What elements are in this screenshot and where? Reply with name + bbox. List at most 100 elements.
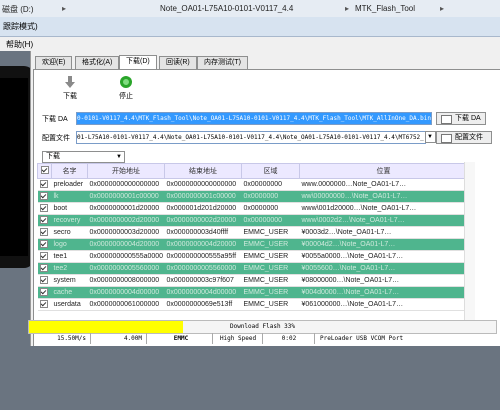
cell-end: 0x0000000004d00000	[164, 286, 242, 299]
breadcrumb-drive[interactable]: 磁盘 (D:)	[2, 4, 34, 15]
cell-start: 0x0000000001c00000	[87, 190, 165, 203]
tab-memory-test[interactable]: 内存测试(T)	[197, 56, 248, 69]
cell-start: 0x0000000008000000	[87, 274, 165, 287]
tab-welcome[interactable]: 欢迎(E)	[35, 56, 73, 69]
cell-location: www\001d20000…\Note_OA01-L7…	[299, 202, 468, 215]
window-title: 跟踪模式)	[3, 22, 38, 31]
table-row[interactable]: cache 0x0000000004d00000 0x0000000004d0000…	[37, 286, 468, 299]
row-checkbox[interactable]	[37, 238, 52, 251]
checkbox-icon	[39, 275, 48, 284]
scatter-dropdown[interactable]: ▼	[425, 131, 436, 143]
cell-region: EMMC_USER	[241, 226, 300, 239]
table-row[interactable]: logo 0x0000000004d20000 0x0000000004d20000…	[37, 238, 468, 251]
chevron-down-icon: ▼	[116, 154, 122, 160]
checkbox-icon	[39, 299, 48, 308]
table-row[interactable]: recovery 0x0000000002d20000 0x0000000002d2…	[37, 214, 468, 227]
checkbox-icon	[39, 263, 48, 272]
scatter-button-label: 配置文件	[455, 134, 483, 141]
chevron-down-icon: ▼	[427, 134, 433, 140]
download-button[interactable]: 下载	[50, 75, 90, 101]
cell-end: 0x0000000002d20000	[164, 214, 242, 227]
cell-name: system	[51, 274, 88, 287]
cell-name: recovery	[51, 214, 88, 227]
checkbox-icon	[39, 191, 48, 200]
cell-start: 0x0000000000000000	[87, 178, 165, 191]
row-checkbox[interactable]	[37, 274, 52, 287]
breadcrumb-folder1[interactable]: Note_OA01-L75A10-0101-V0117_4.4	[160, 4, 293, 13]
folder-icon	[441, 115, 452, 124]
table-row[interactable]: tee2 0x0000000005560000 0x0000000005560000…	[37, 262, 468, 275]
cell-location: www\0002d2…\Note_OA01-L7…	[299, 214, 468, 227]
cell-name: lk	[51, 190, 88, 203]
table-row[interactable]: secro 0x0000000003d20000 0x000000003d40fff…	[37, 226, 468, 239]
download-agent-field[interactable]: 0-0101-V0117_4.4\MTK_Flash_Tool\Note_OA0…	[76, 112, 432, 125]
download-progress-bar: Download Flash 33%	[28, 320, 497, 334]
checkbox-icon	[39, 251, 48, 260]
cell-end: 0x0000000000000000	[164, 178, 242, 191]
table-row[interactable]: tee1 0x000000000555a0000 0x000000000555a95…	[37, 250, 468, 263]
breadcrumb-folder2[interactable]: MTK_Flash_Tool	[355, 4, 415, 13]
cell-start: 0x000000000555a0000	[87, 250, 165, 263]
column-header-start[interactable]: 开始地址	[87, 163, 165, 179]
status-storage: EMMC	[150, 333, 213, 344]
stop-button[interactable]: 停止	[106, 75, 146, 101]
row-checkbox[interactable]	[37, 202, 52, 215]
cell-region: 0x00000000	[241, 214, 300, 227]
cell-end: 0x0000000069e513ff	[164, 298, 242, 311]
row-checkbox[interactable]	[37, 178, 52, 191]
checkbox-icon	[39, 203, 48, 212]
checkbox-icon	[39, 227, 48, 236]
cell-name: preloader	[51, 178, 88, 191]
cell-name: tee1	[51, 250, 88, 263]
cell-region: 0x00000000	[241, 178, 300, 191]
cell-region: 0x0000000	[241, 190, 300, 203]
cell-location: ww\00000000…\Note_OA01-L7…	[299, 190, 468, 203]
mode-select[interactable]: 下载 ▼	[42, 151, 125, 163]
menu-help[interactable]: 帮助(H)	[6, 39, 33, 50]
table-row[interactable]: lk 0x0000000001c00000 0x0000000001c00000 0x…	[37, 190, 468, 203]
scatter-field[interactable]: 01-L75A10-0101-V0117_4.4\Note_OA01-L75A1…	[76, 131, 426, 144]
cell-name: userdata	[51, 298, 88, 311]
cell-location: ¥08000000…\Note_OA01-L7…	[299, 274, 468, 287]
cell-end: 0x0000000005560000	[164, 262, 242, 275]
explorer-address-bar[interactable]: 磁盘 (D:) ▸ Note_OA01-L75A10-0101-V0117_4.…	[0, 0, 500, 18]
breadcrumb-separator-icon: ▸	[440, 4, 445, 13]
cell-start: 0x0000000005560000	[87, 262, 165, 275]
phone-screen	[0, 78, 28, 256]
column-header-location[interactable]: 位置	[299, 163, 468, 179]
progress-text: Download Flash 33%	[229, 323, 296, 330]
column-header-name[interactable]: 名字	[51, 163, 88, 179]
table-row[interactable]: userdata 0x0000000061000000 0x0000000069e5…	[37, 298, 468, 311]
cell-location: ¥00004d2…\Note_OA01-L7…	[299, 238, 468, 251]
stop-icon	[120, 76, 132, 88]
download-agent-button-label: 下载 DA	[455, 115, 481, 122]
row-checkbox[interactable]	[37, 226, 52, 239]
cell-location: ¥061000000…\Note_OA01-L7…	[299, 298, 468, 311]
tab-readback[interactable]: 回读(R)	[159, 56, 197, 69]
column-header-end[interactable]: 结束地址	[164, 163, 242, 179]
cell-name: secro	[51, 226, 88, 239]
checkbox-icon	[39, 215, 48, 224]
download-agent-button[interactable]: 下载 DA	[436, 112, 486, 125]
row-checkbox[interactable]	[37, 298, 52, 311]
tab-format[interactable]: 格式化(A)	[75, 56, 120, 69]
table-scrollbar[interactable]	[464, 162, 475, 322]
row-checkbox[interactable]	[37, 250, 52, 263]
table-row[interactable]: system 0x0000000008000000 0x000000003c97f6…	[37, 274, 468, 287]
download-button-label: 下载	[63, 93, 77, 100]
cell-region: EMMC_USER	[241, 274, 300, 287]
scatter-button[interactable]: 配置文件	[436, 131, 492, 144]
tab-download[interactable]: 下载(D)	[119, 55, 157, 70]
checkbox-icon	[39, 239, 48, 248]
table-row[interactable]: preloader 0x0000000000000000 0x00000000000…	[37, 178, 468, 191]
row-checkbox[interactable]	[37, 214, 52, 227]
table-row[interactable]: boot 0x0000000001d20000 0x000001d201d20000…	[37, 202, 468, 215]
folder-icon	[441, 134, 452, 143]
stop-button-label: 停止	[119, 93, 133, 100]
row-checkbox[interactable]	[37, 286, 52, 299]
row-checkbox[interactable]	[37, 262, 52, 275]
select-all-checkbox[interactable]	[37, 163, 52, 179]
row-checkbox[interactable]	[37, 190, 52, 203]
column-header-region[interactable]: 区域	[241, 163, 300, 179]
cell-end: 0x000000003d40ffff	[164, 226, 242, 239]
